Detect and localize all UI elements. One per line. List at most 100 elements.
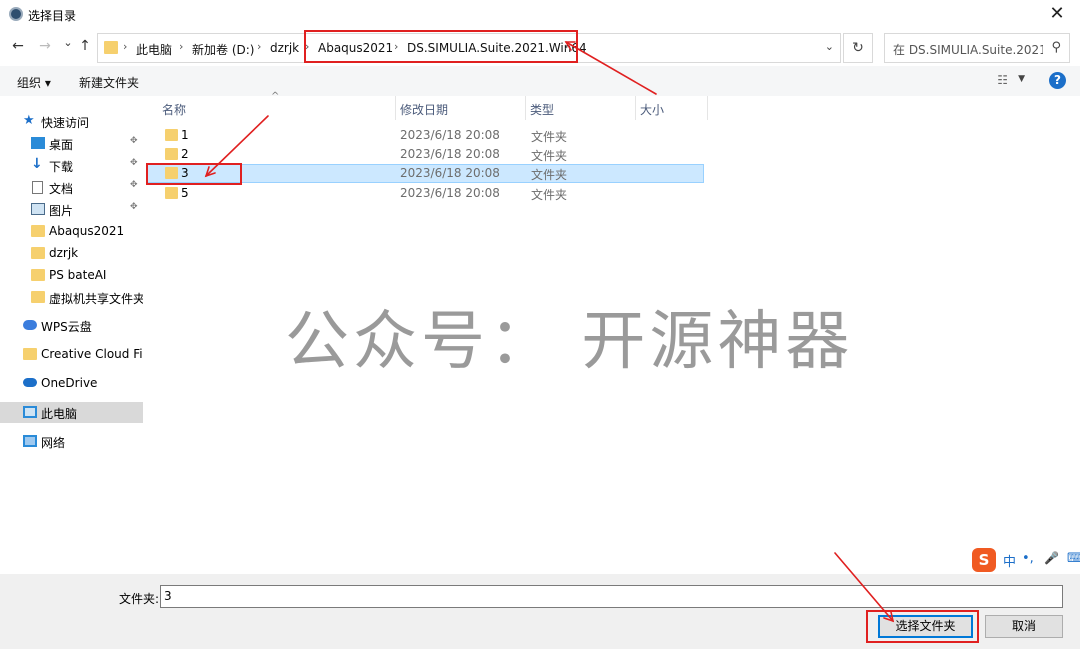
folder-icon	[31, 291, 45, 303]
chevron-right-icon: ›	[305, 40, 310, 53]
folder-icon	[104, 41, 118, 54]
folder-icon	[31, 247, 45, 259]
file-name: 5	[181, 186, 189, 200]
command-bar: 组织 ▾ 新建文件夹 ☷ ▼ ?	[0, 66, 1080, 96]
column-label: 名称	[162, 103, 187, 117]
ime-toolbar: S 中 •, 🎤 ⌨	[970, 546, 1080, 574]
navigation-pane: ★ 快速访问 桌面 ✥ ↓ 下载 ✥ 文档 ✥ 图片 ✥ Abaqus2021 …	[0, 96, 143, 574]
address-bar[interactable]: › 此电脑 › 新加卷 (D:) › dzrjk › Abaqus2021 › …	[97, 33, 841, 63]
new-folder-button[interactable]: 新建文件夹	[79, 74, 139, 91]
sidebar-item-this-pc[interactable]: 此电脑	[0, 402, 143, 423]
creative-cloud-icon	[23, 348, 37, 360]
sidebar-item-label: 图片	[49, 204, 74, 218]
ime-punctuation-icon[interactable]: •,	[1022, 551, 1034, 566]
breadcrumb-dzrjk[interactable]: dzrjk	[270, 41, 299, 55]
table-row[interactable]: 1 2023/6/18 20:08 文件夹	[146, 126, 704, 145]
back-icon[interactable]: ←	[8, 38, 28, 54]
sidebar-item-label: dzrjk	[49, 246, 79, 260]
onedrive-icon	[23, 378, 37, 387]
chevron-right-icon: ›	[394, 40, 399, 53]
download-icon: ↓	[31, 156, 43, 172]
sidebar-item-documents[interactable]: 文档 ✥	[0, 177, 143, 198]
sidebar-item-vm-shared[interactable]: 虚拟机共享文件夹	[0, 287, 143, 308]
column-header-date[interactable]: 修改日期	[384, 96, 514, 120]
table-row[interactable]: 2 2023/6/18 20:08 文件夹	[146, 145, 704, 164]
folder-icon	[165, 187, 178, 199]
sidebar-item-dzrjk[interactable]: dzrjk	[0, 243, 143, 264]
folder-icon	[165, 148, 178, 160]
keyboard-icon[interactable]: ⌨	[1067, 551, 1080, 566]
document-icon	[32, 181, 43, 194]
pin-icon[interactable]: ✥	[130, 158, 138, 168]
forward-icon[interactable]: →	[35, 38, 55, 54]
sort-ascending-icon: ^	[271, 91, 280, 102]
file-type: 文件夹	[531, 130, 568, 144]
breadcrumb-drive-d[interactable]: 新加卷 (D:)	[192, 41, 254, 58]
computer-icon	[23, 406, 37, 418]
close-button[interactable]: ✕	[1034, 0, 1080, 30]
pin-icon[interactable]: ✥	[130, 202, 138, 212]
folder-icon	[31, 269, 45, 281]
sidebar-item-wps-cloud[interactable]: WPS云盘	[0, 315, 143, 336]
help-icon[interactable]: ?	[1049, 72, 1066, 89]
folder-field-label: 文件夹:	[119, 592, 160, 606]
organize-button[interactable]: 组织 ▾	[17, 74, 51, 91]
sidebar-item-onedrive[interactable]: OneDrive	[0, 373, 143, 394]
search-input[interactable]: 在 DS.SIMULIA.Suite.2021.... ⚲	[884, 33, 1070, 63]
select-folder-button[interactable]: 选择文件夹	[878, 615, 973, 638]
file-date: 2023/6/18 20:08	[400, 128, 500, 142]
file-type: 文件夹	[531, 188, 568, 202]
chevron-down-icon[interactable]: ⌄	[825, 40, 834, 53]
pin-icon[interactable]: ✥	[130, 180, 138, 190]
ime-mode-chinese[interactable]: 中	[1003, 551, 1016, 570]
sidebar-item-ps-bateai[interactable]: PS bateAI	[0, 265, 143, 286]
file-name: 3	[181, 166, 189, 180]
refresh-icon[interactable]: ↻	[843, 33, 873, 63]
sidebar-item-label: 网络	[41, 436, 66, 450]
sidebar-item-label: 桌面	[49, 138, 74, 152]
sidebar-item-creative-cloud[interactable]: Creative Cloud Files	[0, 344, 143, 365]
breadcrumb-simulia-suite[interactable]: DS.SIMULIA.Suite.2021.Win64	[407, 41, 587, 55]
table-row[interactable]: 5 2023/6/18 20:08 文件夹	[146, 184, 704, 203]
breadcrumb-this-pc[interactable]: 此电脑	[136, 41, 172, 58]
chevron-right-icon: ›	[179, 40, 184, 53]
sidebar-item-desktop[interactable]: 桌面 ✥	[0, 133, 143, 154]
chevron-down-icon[interactable]: ▼	[1018, 74, 1025, 84]
file-name: 2	[181, 147, 189, 161]
sidebar-item-downloads[interactable]: ↓ 下载 ✥	[0, 155, 143, 176]
folder-name-field[interactable]: 3	[160, 585, 1063, 608]
sogou-logo-icon[interactable]: S	[972, 548, 996, 572]
watermark-text: 公众号： 开源神器	[285, 305, 854, 379]
column-header-type[interactable]: 类型	[514, 96, 624, 120]
network-icon	[23, 435, 37, 447]
sidebar-item-quick-access[interactable]: ★ 快速访问	[0, 111, 143, 132]
table-row-selected[interactable]: 3 2023/6/18 20:08 文件夹	[146, 164, 704, 183]
view-options-icon[interactable]: ☷	[997, 73, 1008, 87]
star-icon: ★	[23, 113, 35, 128]
cloud-icon	[23, 320, 37, 330]
breadcrumb-abaqus2021[interactable]: Abaqus2021	[318, 41, 393, 55]
column-header-name[interactable]: 名称 ^	[146, 91, 396, 120]
window-title: 选择目录	[28, 9, 77, 23]
cancel-button[interactable]: 取消	[985, 615, 1063, 638]
navigation-bar: ← → ⌄ ↑ › 此电脑 › 新加卷 (D:) › dzrjk › Abaqu…	[0, 30, 1080, 66]
sidebar-item-label: 下载	[49, 160, 74, 174]
file-date: 2023/6/18 20:08	[400, 147, 500, 161]
folder-icon	[165, 167, 178, 179]
microphone-icon[interactable]: 🎤	[1044, 551, 1059, 565]
pin-icon[interactable]: ✥	[130, 136, 138, 146]
column-divider[interactable]	[707, 96, 708, 120]
chevron-right-icon: ›	[257, 40, 262, 53]
title-bar: 选择目录 ✕	[0, 0, 1080, 30]
sidebar-item-label: 虚拟机共享文件夹	[49, 292, 143, 306]
sidebar-item-label: Abaqus2021	[49, 224, 125, 238]
sidebar-item-pictures[interactable]: 图片 ✥	[0, 199, 143, 220]
search-icon: ⚲	[1051, 40, 1061, 55]
column-label: 类型	[530, 103, 555, 117]
up-icon[interactable]: ↑	[75, 38, 95, 54]
column-header-size[interactable]: 大小	[624, 96, 704, 120]
dialog-footer: 文件夹: 3 选择文件夹 取消	[0, 574, 1080, 649]
sidebar-item-abaqus2021[interactable]: Abaqus2021	[0, 221, 143, 242]
chevron-right-icon: ›	[564, 40, 569, 53]
sidebar-item-network[interactable]: 网络	[0, 431, 143, 452]
